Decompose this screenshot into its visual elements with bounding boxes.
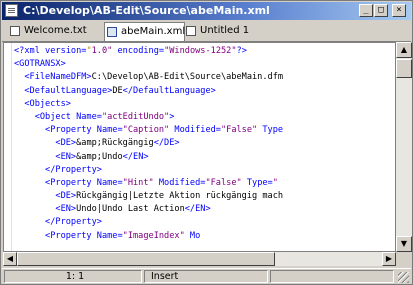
- gutter: [4, 43, 12, 251]
- code-token: DE: [112, 85, 123, 96]
- scroll-down-button[interactable]: ▼: [396, 236, 412, 252]
- code-token: <Object Name=: [14, 111, 102, 122]
- code-editor[interactable]: <?xml version= " 1.0" encoding="Windows-12…: [3, 42, 396, 252]
- title-bar[interactable]: C:\Develop\AB-Edit\Source\abeMain.xml _ …: [2, 2, 411, 20]
- code-token: C:\Develop\AB-Edit\Source\abeMain.dfm: [91, 72, 284, 83]
- code-token: Rückgängig|Letzte Aktion rückgängig mach: [76, 191, 284, 202]
- code-token: &amp;Undo: [76, 151, 123, 162]
- code-token: Modified=: [153, 177, 206, 188]
- code-token: "Hint": [122, 177, 154, 188]
- scroll-up-button[interactable]: ▲: [396, 42, 412, 58]
- code-line: <?xml version="1.0" encoding="Windows-12…: [14, 45, 395, 58]
- code-token: </EN>: [122, 151, 149, 162]
- code-token: <Property Name=: [14, 125, 123, 136]
- text-file-icon: [10, 26, 20, 36]
- minimize-button[interactable]: _: [359, 4, 373, 17]
- code-line: <Objects>: [14, 98, 395, 111]
- editor-window: C:\Develop\AB-Edit\Source\abeMain.xml _ …: [0, 0, 413, 285]
- code-line: <Property Name="Caption" Modified="False…: [14, 124, 395, 137]
- code-token: Undo|Undo Last Action: [76, 204, 185, 215]
- code-token: >: [169, 111, 175, 122]
- code-line: </Property>: [14, 164, 395, 177]
- horizontal-scrollbar[interactable]: ◀ ▶: [3, 252, 396, 266]
- code-token: "Caption": [122, 125, 170, 136]
- text-file-icon: [186, 26, 196, 36]
- tab-bar: Welcome.txt abeMain.xml Untitled 1: [2, 21, 411, 42]
- code-token: Modified=: [169, 125, 221, 136]
- cursor-position: 1: 1: [4, 270, 142, 283]
- code-line: <EN>&amp;Undo</EN>: [14, 151, 395, 164]
- xml-file-icon: [107, 27, 117, 37]
- code-token: "ImageIndex": [122, 230, 185, 241]
- code-token: <Property Name=: [14, 230, 123, 241]
- scroll-right-button[interactable]: ▶: [382, 252, 396, 266]
- code-token: <Objects>: [14, 98, 71, 109]
- code-line: <FileNameDFM>C:\Develop\AB-Edit\Source\a…: [14, 71, 395, 84]
- code-token: <DefaultLanguage>: [14, 85, 113, 96]
- tab-untitled[interactable]: Untitled 1: [184, 23, 254, 39]
- maximize-button[interactable]: □: [374, 4, 388, 17]
- document-icon: [5, 4, 18, 17]
- tab-abemain[interactable]: abeMain.xml: [104, 22, 185, 41]
- code-token: 1.0": [91, 46, 113, 56]
- horizontal-scroll-thumb[interactable]: [17, 252, 275, 266]
- code-token: Mo: [184, 230, 201, 241]
- code-line: <GOTRANSX>: [14, 58, 395, 71]
- code-token: <FileNameDFM>: [14, 72, 92, 83]
- code-line: <Property Name="Hint" Modified="False" T…: [14, 177, 395, 190]
- code-text[interactable]: <?xml version= " 1.0" encoding="Windows-12…: [14, 45, 395, 243]
- code-token: Type=: [241, 177, 273, 188]
- status-bar: 1: 1 Insert: [2, 268, 411, 284]
- code-line: <EN>Undo|Undo Last Action</EN>: [14, 203, 395, 216]
- code-token: "actEditUndo": [101, 111, 170, 122]
- code-token: &amp;Rückgängig: [76, 138, 154, 149]
- code-token: <EN>: [14, 204, 77, 215]
- code-line: <Property Name="ImageIndex" Mo: [14, 230, 395, 243]
- tab-label: Untitled 1: [200, 25, 250, 36]
- code-token: </DE>: [153, 138, 180, 149]
- code-line: <Object Name="actEditUndo">: [14, 111, 395, 124]
- code-token: ": [272, 177, 278, 188]
- tab-label: abeMain.xml: [121, 26, 186, 37]
- code-token: Type: [257, 125, 284, 136]
- code-token: </Property>: [14, 164, 102, 175]
- scroll-corner: [396, 252, 412, 266]
- status-pane-empty: [270, 270, 394, 283]
- code-line: <DE>Rückgängig|Letzte Aktion rückgängig …: [14, 190, 395, 203]
- vertical-scroll-thumb[interactable]: [396, 59, 412, 78]
- window-title: C:\Develop\AB-Edit\Source\abeMain.xml: [23, 4, 270, 17]
- insert-mode: Insert: [144, 270, 268, 283]
- code-token: <GOTRANSX>: [14, 59, 66, 70]
- code-token: ?>: [236, 46, 247, 56]
- vertical-scrollbar[interactable]: ▲ ▼: [396, 42, 412, 252]
- code-line: </Property>: [14, 216, 395, 229]
- close-button[interactable]: ×: [392, 4, 406, 17]
- code-line: <DefaultLanguage>DE</DefaultLanguage>: [14, 85, 395, 98]
- code-token: <?xml version=: [14, 46, 87, 56]
- code-token: <Property Name=: [14, 177, 123, 188]
- code-token: <EN>: [14, 151, 77, 162]
- code-token: <DE>: [14, 138, 77, 149]
- code-token: "Windows-1252": [164, 46, 237, 56]
- scroll-left-button[interactable]: ◀: [3, 252, 17, 266]
- code-token: "False": [220, 125, 258, 136]
- code-token: encoding=: [112, 46, 165, 56]
- tab-label: Welcome.txt: [24, 25, 87, 36]
- code-token: </DefaultLanguage>: [122, 85, 216, 96]
- code-token: <DE>: [14, 191, 77, 202]
- code-token: </Property>: [14, 217, 102, 228]
- code-token: </EN>: [184, 204, 211, 215]
- code-line: <DE>&amp;Rückgängig</DE>: [14, 137, 395, 150]
- resize-grip-icon[interactable]: [398, 272, 409, 283]
- code-token: "False": [205, 177, 242, 188]
- tab-welcome[interactable]: Welcome.txt: [8, 23, 104, 39]
